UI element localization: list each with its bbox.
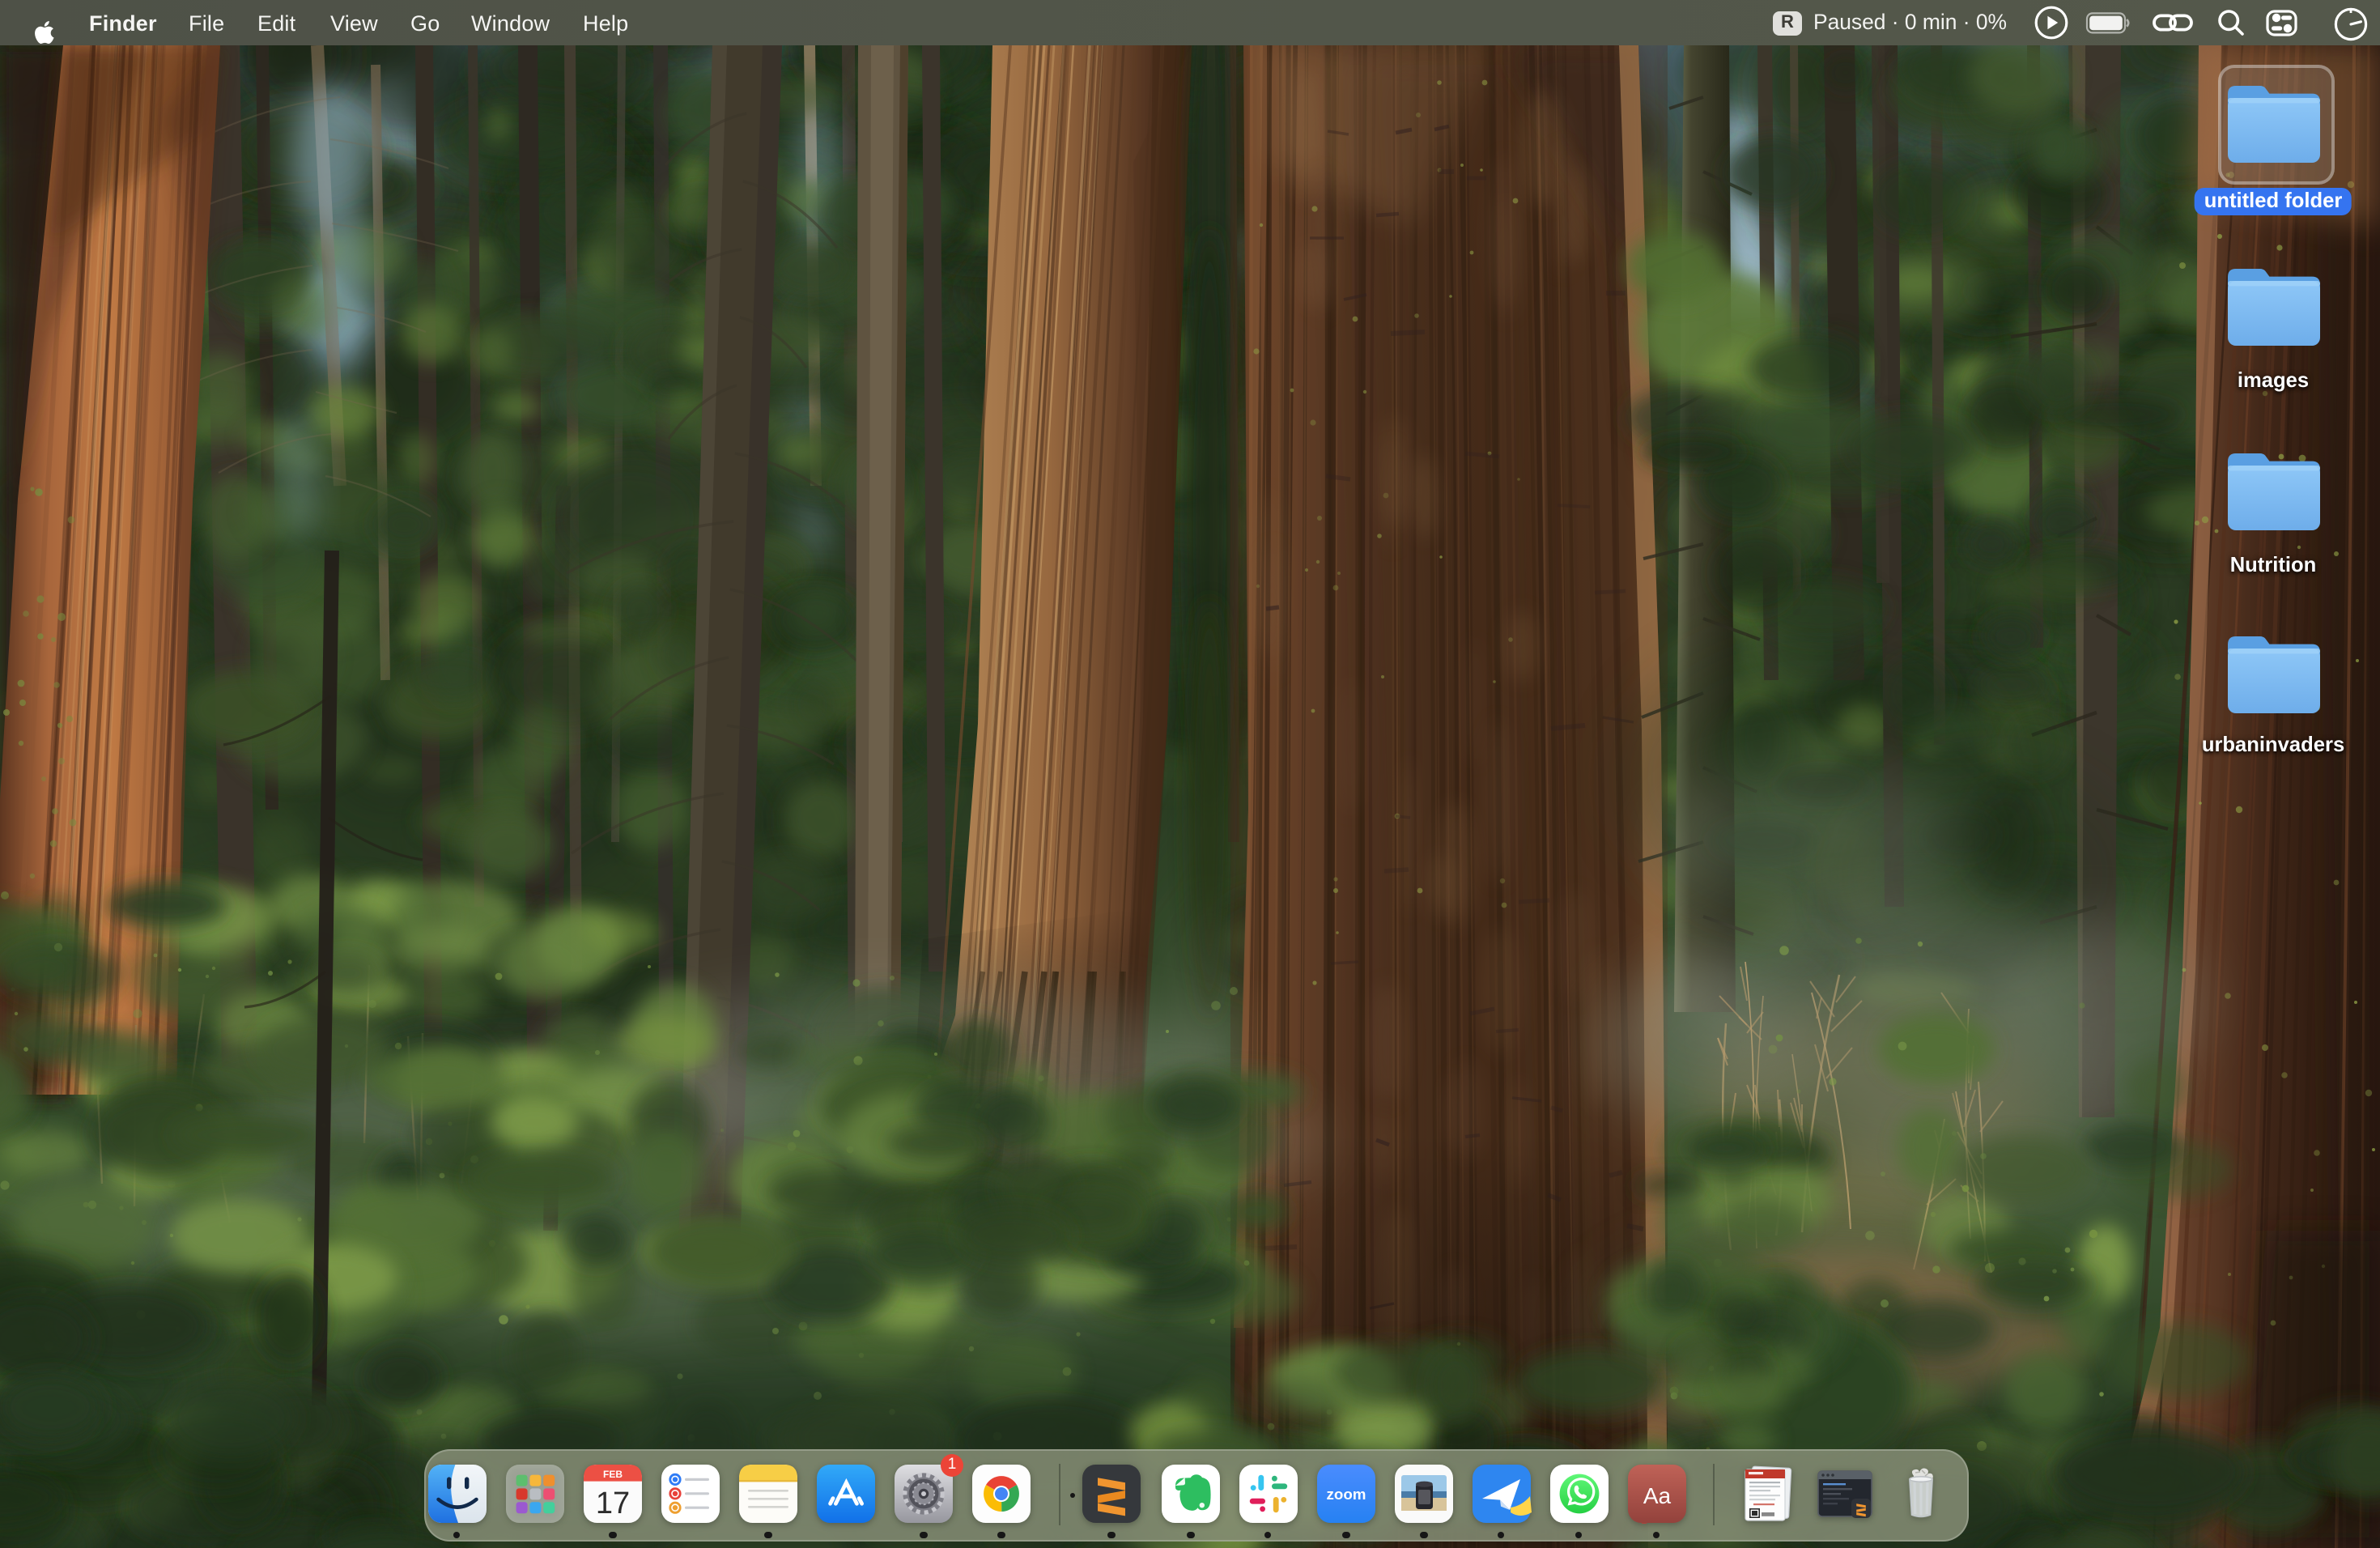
svg-text:17: 17 [596,1486,630,1520]
svg-text:Aa: Aa [1643,1482,1671,1508]
svg-text:FEB: FEB [603,1468,623,1479]
svg-text:zoom: zoom [1326,1485,1366,1502]
